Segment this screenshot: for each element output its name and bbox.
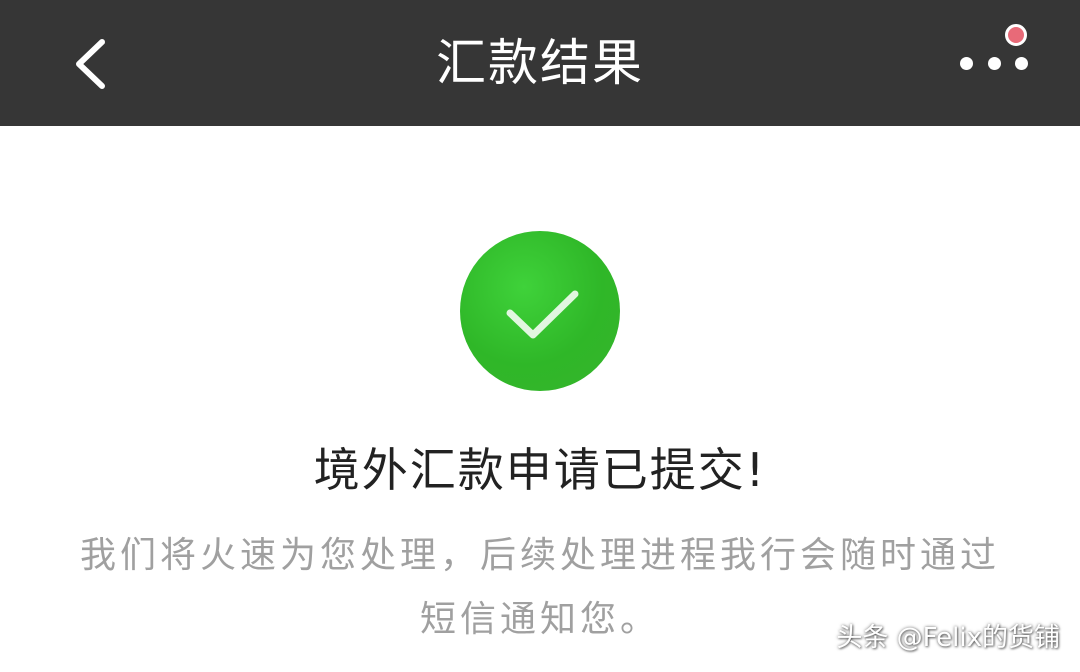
more-dots-icon-dot xyxy=(988,57,1001,70)
result-headline: 境外汇款申请已提交! xyxy=(313,443,767,497)
checkmark-icon xyxy=(506,290,579,339)
page-title: 汇款结果 xyxy=(436,34,644,92)
top-navigation-bar: 汇款结果 xyxy=(0,0,1080,126)
more-dots-icon-dot xyxy=(1015,57,1028,70)
more-dots-icon xyxy=(960,57,973,70)
watermark-text: 头条 @Felix的货铺 xyxy=(836,623,1060,653)
check-circle-icon xyxy=(460,231,620,391)
notification-badge xyxy=(1005,24,1027,46)
more-options-button[interactable] xyxy=(948,20,1048,100)
